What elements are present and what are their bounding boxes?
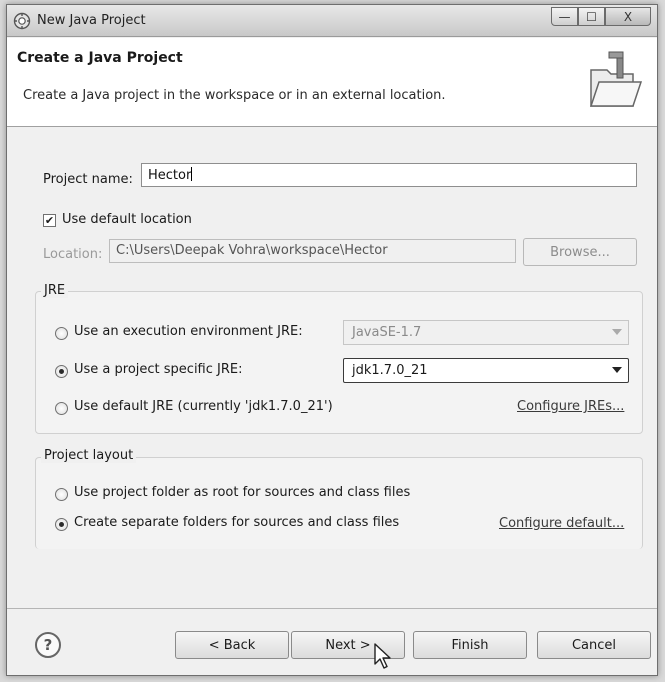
maximize-button[interactable]: ☐ <box>578 7 605 26</box>
project-specific-jre-select[interactable]: jdk1.7.0_21 <box>343 358 629 383</box>
back-button[interactable]: < Back <box>175 631 289 659</box>
layout-single-folder-label: Use project folder as root for sources a… <box>74 485 411 500</box>
jre-project-specific-radio[interactable] <box>55 365 68 378</box>
layout-single-folder-radio[interactable] <box>55 488 68 501</box>
wizard-title: Create a Java Project <box>17 50 183 66</box>
mouse-pointer-icon <box>374 643 391 669</box>
title-bar: New Java Project — ☐ X <box>7 5 657 37</box>
wizard-header: Create a Java Project Create a Java proj… <box>7 38 657 127</box>
jre-execution-env-radio[interactable] <box>55 327 68 340</box>
execution-env-value: JavaSE-1.7 <box>352 325 422 340</box>
minimize-icon: — <box>558 9 571 24</box>
location-value: C:\Users\Deepak Vohra\workspace\Hector <box>116 243 388 258</box>
minimize-button[interactable]: — <box>551 7 578 26</box>
location-input[interactable]: C:\Users\Deepak Vohra\workspace\Hector <box>109 239 516 263</box>
execution-env-select[interactable]: JavaSE-1.7 <box>343 320 629 345</box>
jre-project-specific-label: Use a project specific JRE: <box>74 362 243 377</box>
layout-separate-folders-label: Create separate folders for sources and … <box>74 515 400 530</box>
chevron-down-icon <box>612 329 622 335</box>
project-name-label: Project name: <box>43 172 133 187</box>
use-default-location-checkbox[interactable]: ✔ <box>43 214 56 227</box>
configure-default-link[interactable]: Configure default... <box>499 516 624 531</box>
project-layout-group-title: Project layout <box>41 448 137 463</box>
text-caret <box>191 167 193 181</box>
chevron-down-icon <box>612 367 622 373</box>
java-project-folder-icon <box>589 51 643 107</box>
maximize-icon: ☐ <box>586 9 597 24</box>
close-button[interactable]: X <box>605 7 651 26</box>
project-specific-jre-value: jdk1.7.0_21 <box>352 363 428 378</box>
new-java-project-dialog: New Java Project — ☐ X Create a Java Pro… <box>6 4 658 676</box>
project-name-value: Hector <box>148 168 192 183</box>
configure-jres-link[interactable]: Configure JREs... <box>517 399 624 414</box>
finish-button[interactable]: Finish <box>413 631 527 659</box>
help-icon[interactable]: ? <box>35 632 61 658</box>
jre-default-label: Use default JRE (currently 'jdk1.7.0_21'… <box>74 399 333 414</box>
cancel-button[interactable]: Cancel <box>537 631 651 659</box>
jre-group-title: JRE <box>41 283 69 298</box>
layout-separate-folders-radio[interactable] <box>55 518 68 531</box>
location-label: Location: <box>43 247 103 262</box>
window-controls: — ☐ X <box>551 7 651 27</box>
project-layout-group <box>35 457 643 549</box>
window-title: New Java Project <box>37 13 146 28</box>
jre-default-radio[interactable] <box>55 402 68 415</box>
close-icon: X <box>623 9 633 24</box>
jre-execution-env-label: Use an execution environment JRE: <box>74 324 303 339</box>
wizard-description: Create a Java project in the workspace o… <box>23 88 446 103</box>
browse-button[interactable]: Browse... <box>523 238 637 266</box>
use-default-location-label: Use default location <box>62 212 192 227</box>
footer-divider <box>7 608 657 609</box>
eclipse-gear-icon <box>13 12 31 30</box>
project-name-input[interactable]: Hector <box>141 163 637 187</box>
wizard-content: Project name: Hector ✔ Use default locat… <box>7 128 657 608</box>
